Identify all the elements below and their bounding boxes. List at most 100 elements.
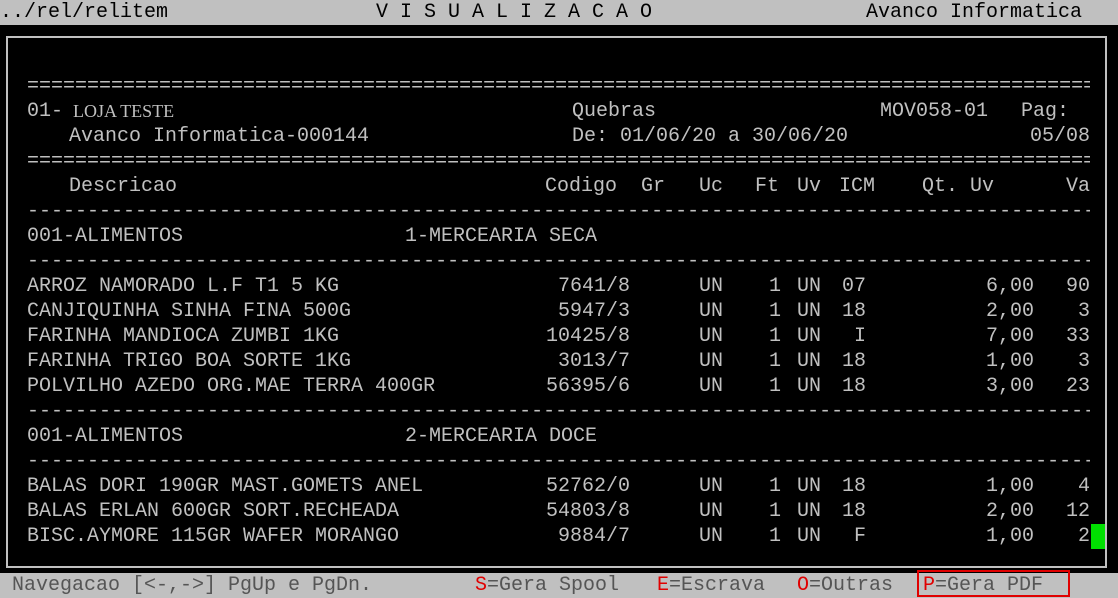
item-uv: UN (797, 525, 822, 548)
item-icm: 18 (841, 375, 866, 398)
item-ft: 1 (769, 500, 782, 523)
item-descricao: FARINHA TRIGO BOA SORTE 1KG (27, 350, 352, 373)
col-uc: Uc (699, 175, 724, 198)
col-ft: Ft (755, 175, 780, 198)
item-uc: UN (699, 275, 724, 298)
item-qt: 2,00 (985, 500, 1034, 523)
separator-double: ========================================… (27, 75, 1090, 98)
item-qt: 2,00 (985, 300, 1034, 323)
item-uv: UN (797, 500, 822, 523)
col-va: Va (1065, 175, 1090, 198)
item-icm: 18 (841, 475, 866, 498)
item-qt: 7,00 (985, 325, 1034, 348)
item-va: 3 (1077, 300, 1090, 323)
item-codigo: 5947/3 (557, 300, 630, 323)
item-va: 4 (1077, 475, 1090, 498)
outras-option[interactable]: O=Outras (797, 573, 893, 598)
item-icm: 18 (841, 500, 866, 523)
client-name: Avanco Informatica-000144 (69, 125, 370, 148)
text-cursor (1091, 524, 1105, 549)
item-codigo: 7641/8 (557, 275, 630, 298)
store-name: LOJA TESTE (73, 101, 175, 121)
report-title: Quebras (572, 100, 657, 123)
item-qt: 3,00 (985, 375, 1034, 398)
col-codigo: Codigo (545, 175, 618, 198)
item-qt: 1,00 (985, 350, 1034, 373)
hotkey-o: O (797, 574, 810, 597)
item-descricao: BALAS ERLAN 600GR SORT.RECHEADA (27, 500, 400, 523)
section-label: 2-MERCEARIA DOCE (405, 425, 598, 448)
col-uv: Uv (797, 175, 822, 198)
navigation-hint: Navegacao [<-,->] PgUp e PgDn. (12, 574, 373, 597)
item-codigo: 9884/7 (557, 525, 630, 548)
company-name: Avanco Informatica (866, 1, 1083, 24)
item-va: 33 (1065, 325, 1090, 348)
item-uv: UN (797, 375, 822, 398)
col-qt-uv: Qt. Uv (922, 175, 995, 198)
item-uc: UN (699, 525, 724, 548)
item-qt: 1,00 (985, 525, 1034, 548)
item-ft: 1 (769, 350, 782, 373)
page-number: 05/08 (1029, 125, 1090, 148)
item-codigo: 56395/6 (545, 375, 630, 398)
store-code: 01- (27, 100, 64, 123)
item-icm: 18 (841, 300, 866, 323)
item-codigo: 52762/0 (545, 475, 630, 498)
escrava-label: =Escrava (669, 574, 766, 597)
item-icm: I (853, 325, 866, 348)
report-code: MOV058-01 (880, 100, 989, 123)
item-va: 2 (1077, 525, 1090, 548)
escrava-option[interactable]: E=Escrava (657, 573, 765, 598)
hotkey-s: S (475, 574, 488, 597)
gera-spool-option[interactable]: S=Gera Spool (475, 573, 619, 598)
item-uc: UN (699, 500, 724, 523)
item-qt: 6,00 (985, 275, 1034, 298)
item-uv: UN (797, 350, 822, 373)
item-qt: 1,00 (985, 475, 1034, 498)
col-descricao: Descricao (69, 175, 178, 198)
item-ft: 1 (769, 475, 782, 498)
col-gr: Gr (641, 175, 666, 198)
item-va: 90 (1065, 275, 1090, 298)
item-uv: UN (797, 325, 822, 348)
item-va: 23 (1065, 375, 1090, 398)
item-codigo: 54803/8 (545, 500, 630, 523)
item-uc: UN (699, 300, 724, 323)
item-uv: UN (797, 275, 822, 298)
item-uc: UN (699, 350, 724, 373)
separator-single: ----------------------------------------… (27, 200, 1090, 223)
separator-single: ----------------------------------------… (27, 250, 1090, 273)
col-icm: ICM (839, 175, 876, 198)
item-descricao: ARROZ NAMORADO L.F T1 5 KG (27, 275, 340, 298)
department-label: 001-ALIMENTOS (27, 425, 184, 448)
item-va: 3 (1077, 350, 1090, 373)
gera-spool-label: =Gera Spool (487, 574, 620, 597)
program-path: ../rel/relitem (0, 1, 169, 24)
section-label: 1-MERCEARIA SECA (405, 225, 598, 248)
item-descricao: CANJIQUINHA SINHA FINA 500G (27, 300, 352, 323)
item-descricao: POLVILHO AZEDO ORG.MAE TERRA 400GR (27, 375, 436, 398)
separator-double: ========================================… (27, 150, 1090, 173)
item-descricao: FARINHA MANDIOCA ZUMBI 1KG (27, 325, 340, 348)
item-ft: 1 (769, 525, 782, 548)
item-codigo: 3013/7 (557, 350, 630, 373)
title-bar: ../rel/relitem V I S U A L I Z A C A O A… (0, 0, 1118, 25)
report-period: De: 01/06/20 a 30/06/20 (572, 125, 849, 148)
item-descricao: BISC.AYMORE 115GR WAFER MORANGO (27, 525, 400, 548)
item-va: 12 (1065, 500, 1090, 523)
item-icm: 18 (841, 350, 866, 373)
item-icm: F (853, 525, 866, 548)
item-uc: UN (699, 475, 724, 498)
item-icm: 07 (841, 275, 866, 298)
item-uv: UN (797, 300, 822, 323)
item-ft: 1 (769, 300, 782, 323)
item-uv: UN (797, 475, 822, 498)
item-ft: 1 (769, 375, 782, 398)
department-label: 001-ALIMENTOS (27, 225, 184, 248)
gera-pdf-highlight (917, 570, 1070, 597)
item-descricao: BALAS DORI 190GR MAST.GOMETS ANEL (27, 475, 424, 498)
separator-single: ----------------------------------------… (27, 400, 1090, 423)
item-ft: 1 (769, 325, 782, 348)
outras-label: =Outras (809, 574, 894, 597)
item-uc: UN (699, 375, 724, 398)
